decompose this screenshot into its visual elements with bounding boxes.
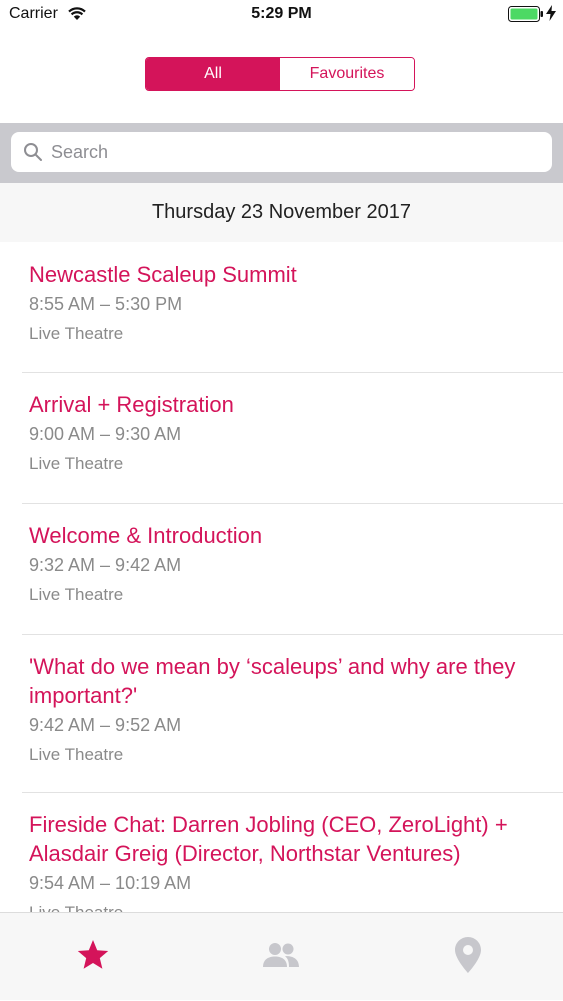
event-venue: Live Theatre: [29, 745, 124, 764]
search-icon: [23, 142, 43, 167]
tab-people[interactable]: [231, 913, 331, 1001]
event-time: 8:55 AM – 5:30 PM: [29, 294, 183, 314]
event-row[interactable]: Arrival + Registration 9:00 AM – 9:30 AM…: [0, 372, 563, 503]
filter-segmented-control: All Favourites: [145, 57, 415, 91]
event-time: 9:00 AM – 9:30 AM: [29, 424, 182, 444]
star-icon: [76, 939, 110, 976]
search-input[interactable]: [51, 132, 541, 172]
event-title: Arrival + Registration: [29, 392, 234, 417]
event-row[interactable]: Newcastle Scaleup Summit 8:55 AM – 5:30 …: [0, 242, 563, 372]
event-time: 9:54 AM – 10:19 AM: [29, 873, 192, 893]
event-venue: Live Theatre: [29, 585, 124, 604]
event-time: 9:42 AM – 9:52 AM: [29, 715, 182, 735]
event-row[interactable]: Fireside Chat: Darren Jobling (CEO, Zero…: [0, 792, 563, 912]
event-venue: Live Theatre: [29, 324, 124, 343]
tab-schedule[interactable]: [43, 913, 143, 1001]
people-icon: [261, 941, 301, 974]
event-row[interactable]: Welcome & Introduction 9:32 AM – 9:42 AM…: [0, 503, 563, 634]
search-field[interactable]: [11, 132, 552, 172]
event-title: Newcastle Scaleup Summit: [29, 262, 297, 287]
segment-favourites[interactable]: Favourites: [280, 58, 414, 90]
event-time: 9:32 AM – 9:42 AM: [29, 555, 182, 575]
tab-venues[interactable]: [418, 913, 518, 1001]
clock: 5:29 PM: [251, 5, 312, 22]
battery-icon: [508, 6, 544, 27]
charging-bolt-icon: [546, 5, 556, 26]
event-row[interactable]: 'What do we mean by ‘scaleups’ and why a…: [0, 634, 563, 792]
event-venue: Live Theatre: [29, 901, 543, 912]
status-bar: Carrier 5:29 PM: [0, 0, 563, 30]
event-title: 'What do we mean by ‘scaleups’ and why a…: [29, 654, 516, 708]
location-pin-icon: [454, 936, 482, 979]
tab-bar: [0, 912, 563, 1000]
segment-all[interactable]: All: [146, 58, 280, 90]
date-section-header: Thursday 23 November 2017: [0, 183, 563, 242]
event-title: Fireside Chat: Darren Jobling (CEO, Zero…: [29, 812, 508, 866]
event-list[interactable]: Newcastle Scaleup Summit 8:55 AM – 5:30 …: [0, 242, 563, 912]
event-venue: Live Theatre: [29, 454, 124, 473]
event-title: Welcome & Introduction: [29, 523, 263, 548]
search-bar: [0, 123, 563, 183]
